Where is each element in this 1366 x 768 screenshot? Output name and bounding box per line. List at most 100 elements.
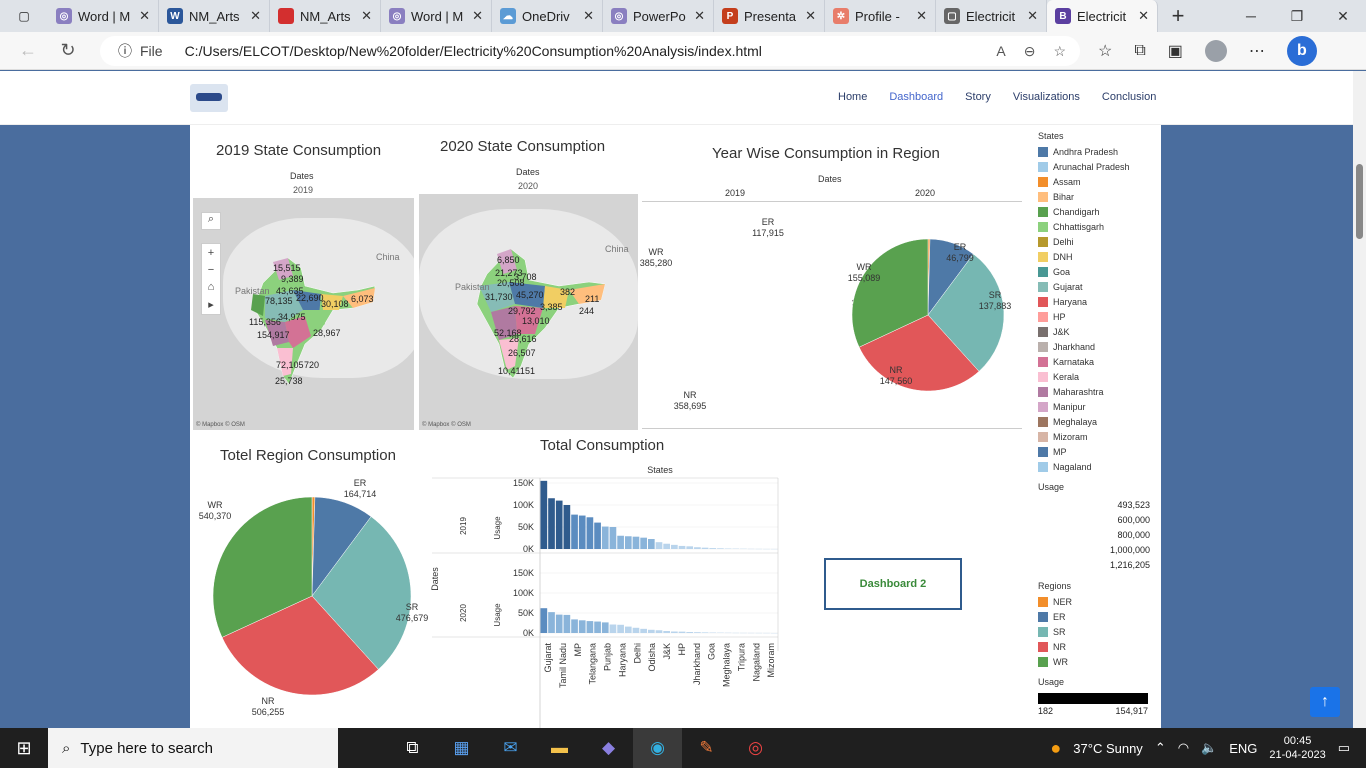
legend-item[interactable]: Jharkhand bbox=[1038, 339, 1158, 354]
bar[interactable] bbox=[686, 632, 694, 633]
nav-link-story[interactable]: Story bbox=[965, 91, 991, 103]
zoom-icon[interactable]: ⊖ bbox=[1024, 43, 1036, 60]
browser-tab[interactable]: ◎ PowerPo ✕ bbox=[603, 0, 714, 32]
legend-item[interactable]: DNH bbox=[1038, 249, 1158, 264]
legend-item[interactable]: HP bbox=[1038, 309, 1158, 324]
browser-tab[interactable]: W NM_Arts ✕ bbox=[159, 0, 270, 32]
map-search-button[interactable]: ⌕ bbox=[201, 212, 221, 230]
bar[interactable] bbox=[555, 614, 563, 633]
bar[interactable] bbox=[717, 548, 724, 549]
language-indicator[interactable]: ENG bbox=[1229, 741, 1257, 756]
map-2019[interactable]: ⌕ + − ⌂ ▸ Pakistan China © Mapbox © OSM … bbox=[193, 198, 414, 430]
windows-start-icon[interactable]: ⊞ bbox=[0, 728, 48, 768]
favorites-icon[interactable]: ☆ bbox=[1098, 41, 1112, 61]
refresh-button[interactable]: ↻ bbox=[48, 40, 88, 61]
bar[interactable] bbox=[563, 505, 571, 549]
zoom-out-icon[interactable]: − bbox=[208, 264, 214, 276]
yearwise-pies[interactable]: ER117,915SR338,795NR358,695WR385,280ER46… bbox=[640, 125, 1030, 430]
browser-tab[interactable]: NM_Arts ✕ bbox=[270, 0, 381, 32]
tab-close-icon[interactable]: ✕ bbox=[250, 8, 261, 24]
scrollbar-thumb[interactable] bbox=[1356, 164, 1363, 239]
mail-icon[interactable]: ✉ bbox=[486, 728, 535, 768]
bar[interactable] bbox=[671, 544, 678, 549]
tab-close-icon[interactable]: ✕ bbox=[916, 8, 927, 24]
legend-item[interactable]: Meghalaya bbox=[1038, 414, 1158, 429]
bar[interactable] bbox=[632, 536, 640, 549]
weather-icon[interactable]: ● bbox=[1050, 738, 1061, 759]
bar[interactable] bbox=[655, 542, 663, 549]
legend-item[interactable]: NER bbox=[1038, 594, 1158, 609]
nav-link-home[interactable]: Home bbox=[838, 91, 867, 103]
bar[interactable] bbox=[624, 626, 632, 633]
bar[interactable] bbox=[601, 526, 609, 549]
legend-item[interactable]: Bihar bbox=[1038, 189, 1158, 204]
legend-item[interactable]: Karnataka bbox=[1038, 354, 1158, 369]
back-to-top-button[interactable]: ↑ bbox=[1310, 687, 1340, 717]
bar[interactable] bbox=[617, 624, 624, 633]
dashboard-2-button[interactable]: Dashboard 2 bbox=[824, 558, 962, 610]
profile-avatar[interactable] bbox=[1204, 40, 1227, 62]
read-aloud-icon[interactable]: A bbox=[996, 43, 1005, 60]
tab-close-icon[interactable]: ✕ bbox=[1027, 8, 1038, 24]
browser-tab[interactable]: ◎ Word | M ✕ bbox=[48, 0, 159, 32]
bar[interactable] bbox=[609, 624, 617, 633]
site-logo[interactable] bbox=[190, 84, 228, 112]
bar[interactable] bbox=[678, 545, 686, 549]
legend-item[interactable]: Delhi bbox=[1038, 234, 1158, 249]
bar[interactable] bbox=[571, 514, 578, 549]
legend-item[interactable]: Gujarat bbox=[1038, 279, 1158, 294]
tab-close-icon[interactable]: ✕ bbox=[694, 8, 705, 24]
copilot-icon[interactable]: ◆ bbox=[584, 728, 633, 768]
favorite-add-icon[interactable]: ☆ bbox=[1053, 43, 1066, 60]
tab-close-icon[interactable]: ✕ bbox=[361, 8, 372, 24]
legend-item[interactable]: Kerala bbox=[1038, 369, 1158, 384]
bar[interactable] bbox=[671, 631, 678, 633]
zoom-in-icon[interactable]: + bbox=[208, 247, 214, 259]
bar[interactable] bbox=[694, 547, 701, 549]
collections-icon[interactable]: ⧉ bbox=[1134, 42, 1145, 60]
notifications-icon[interactable]: ▭ bbox=[1338, 740, 1350, 756]
bar[interactable] bbox=[678, 631, 686, 633]
bar[interactable] bbox=[647, 539, 655, 549]
page-scrollbar[interactable] bbox=[1353, 71, 1366, 728]
bar[interactable] bbox=[594, 522, 601, 549]
edge-icon[interactable]: ◉ bbox=[633, 728, 682, 768]
bing-chat-icon[interactable]: b bbox=[1286, 36, 1317, 66]
legend-item[interactable]: J&K bbox=[1038, 324, 1158, 339]
close-window-button[interactable]: ✕ bbox=[1320, 0, 1366, 32]
info-icon[interactable]: ⓘ bbox=[118, 41, 132, 61]
map-2020[interactable]: Pakistan China © Mapbox © OSM 6,850 21,27… bbox=[419, 194, 638, 430]
taskbar-search[interactable]: ⌕ Type here to search bbox=[48, 728, 338, 768]
legend-item[interactable]: WR bbox=[1038, 654, 1158, 669]
tab-close-icon[interactable]: ✕ bbox=[139, 8, 150, 24]
tab-actions-icon[interactable]: ▢ bbox=[0, 0, 48, 32]
pan-icon[interactable]: ▸ bbox=[208, 298, 214, 311]
legend-item[interactable]: Assam bbox=[1038, 174, 1158, 189]
bar[interactable] bbox=[709, 548, 717, 549]
bar[interactable] bbox=[555, 500, 563, 549]
legend-item[interactable]: Mizoram bbox=[1038, 429, 1158, 444]
browser-tab[interactable]: B Electricit ✕ bbox=[1047, 0, 1158, 32]
bar[interactable] bbox=[586, 621, 594, 633]
bar[interactable] bbox=[540, 480, 548, 549]
address-bar[interactable]: ⓘ File C:/Users/ELCOT/Desktop/New%20fold… bbox=[100, 36, 1080, 66]
url-text[interactable]: C:/Users/ELCOT/Desktop/New%20folder/Elec… bbox=[185, 43, 762, 59]
bar[interactable] bbox=[663, 631, 671, 633]
bar[interactable] bbox=[586, 517, 594, 549]
legend-item[interactable]: Manipur bbox=[1038, 399, 1158, 414]
bar[interactable] bbox=[578, 620, 586, 633]
nav-link-conclusion[interactable]: Conclusion bbox=[1102, 91, 1156, 103]
chevron-up-icon[interactable]: ⌃ bbox=[1155, 740, 1166, 756]
bar[interactable] bbox=[655, 630, 663, 633]
chrome-icon[interactable]: ◎ bbox=[731, 728, 780, 768]
tab-close-icon[interactable]: ✕ bbox=[1138, 8, 1149, 24]
bar[interactable] bbox=[701, 632, 709, 633]
tab-close-icon[interactable]: ✕ bbox=[805, 8, 816, 24]
minimize-button[interactable]: ─ bbox=[1228, 0, 1274, 32]
total-region-pie[interactable]: ER 164,714SR 476,679NR 506,255WR 540,370 bbox=[190, 468, 440, 728]
bar[interactable] bbox=[617, 535, 624, 549]
bar[interactable] bbox=[640, 628, 647, 633]
bar[interactable] bbox=[548, 498, 555, 549]
tab-close-icon[interactable]: ✕ bbox=[583, 8, 594, 24]
legend-item[interactable]: Goa bbox=[1038, 264, 1158, 279]
